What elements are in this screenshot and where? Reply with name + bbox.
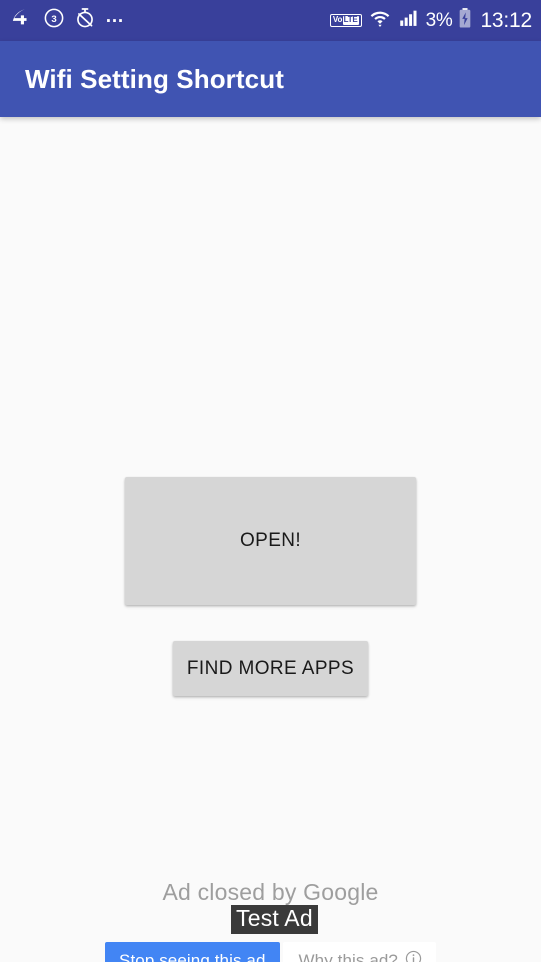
ad-closed-label: Ad closed by Google bbox=[162, 879, 379, 905]
volte-lte-text: LTE bbox=[342, 15, 359, 25]
test-ad-badge: Test Ad bbox=[231, 905, 318, 934]
page-title: Wifi Setting Shortcut bbox=[25, 63, 284, 94]
status-bar-left-icons: 3 … bbox=[11, 7, 125, 34]
wifi-download-icon bbox=[368, 7, 392, 34]
battery-charging-icon bbox=[458, 7, 472, 34]
svg-text:3: 3 bbox=[51, 14, 56, 25]
volte-vo-text: Vo bbox=[332, 15, 343, 25]
clock-label: 13:12 bbox=[480, 8, 532, 32]
find-more-apps-button[interactable]: FIND MORE APPS bbox=[173, 641, 368, 696]
stop-seeing-this-ad-button[interactable]: Stop seeing this ad bbox=[105, 942, 280, 962]
volte-icon: Vo LTE bbox=[329, 13, 362, 28]
app-bar: Wifi Setting Shortcut bbox=[0, 41, 541, 117]
battery-percent-label: 3% bbox=[425, 9, 453, 31]
signal-bars-icon bbox=[398, 8, 420, 33]
more-notifications-icon: … bbox=[105, 5, 125, 27]
info-circle-icon bbox=[405, 950, 422, 962]
why-this-ad-button[interactable]: Why this ad? bbox=[282, 942, 436, 962]
ad-action-buttons: Stop seeing this ad Why this ad? bbox=[0, 942, 541, 962]
app-notification-icon bbox=[11, 7, 34, 34]
open-button[interactable]: OPEN! bbox=[125, 477, 416, 605]
why-this-ad-label: Why this ad? bbox=[298, 951, 398, 962]
status-bar-right-icons: Vo LTE 3% 13:12 bbox=[329, 7, 532, 34]
counter-badge-icon: 3 bbox=[43, 7, 65, 34]
ad-overlay: Ad closed by Google Test Ad Stop seeing … bbox=[0, 879, 541, 962]
alarm-off-icon bbox=[74, 7, 96, 34]
main-content: OPEN! FIND MORE APPS Ad closed by Google… bbox=[0, 117, 541, 962]
status-bar: 3 … Vo LTE 3% 13:12 bbox=[0, 0, 541, 41]
